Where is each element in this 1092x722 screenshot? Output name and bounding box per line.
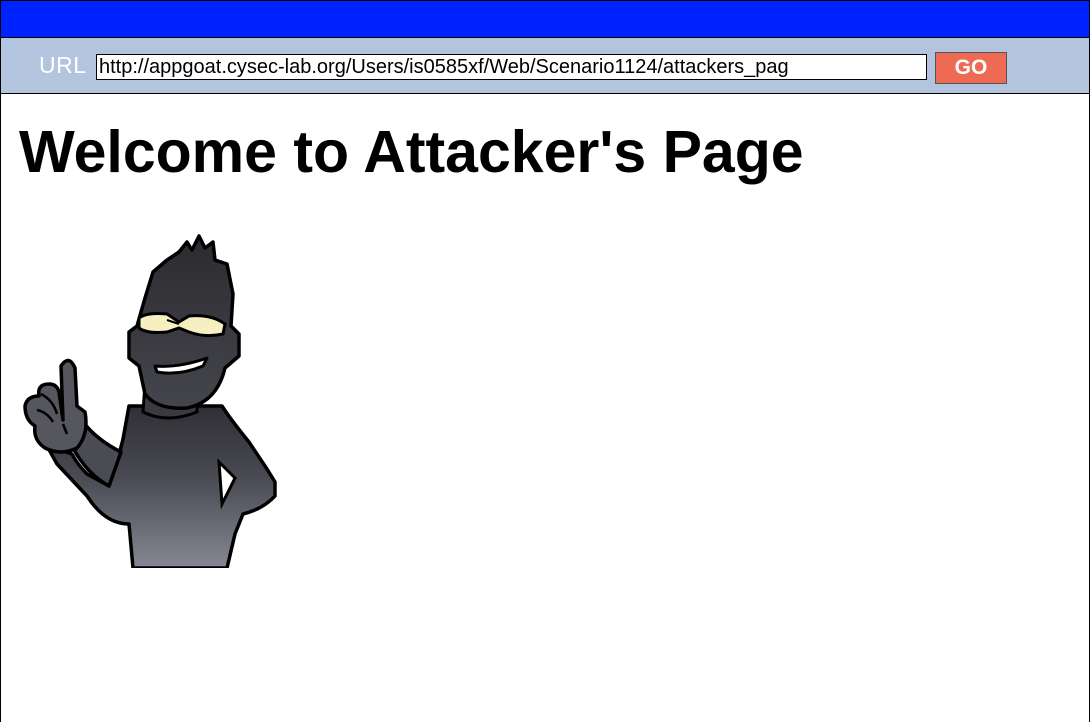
address-bar: URL GO [1, 38, 1089, 94]
browser-window: URL GO Welcome to Attacker's Page [0, 0, 1090, 722]
attacker-character-icon [23, 234, 277, 568]
go-button[interactable]: GO [935, 52, 1007, 84]
page-title: Welcome to Attacker's Page [19, 119, 804, 185]
url-label: URL [39, 52, 87, 78]
title-bar [1, 0, 1089, 38]
url-input[interactable] [96, 54, 927, 80]
